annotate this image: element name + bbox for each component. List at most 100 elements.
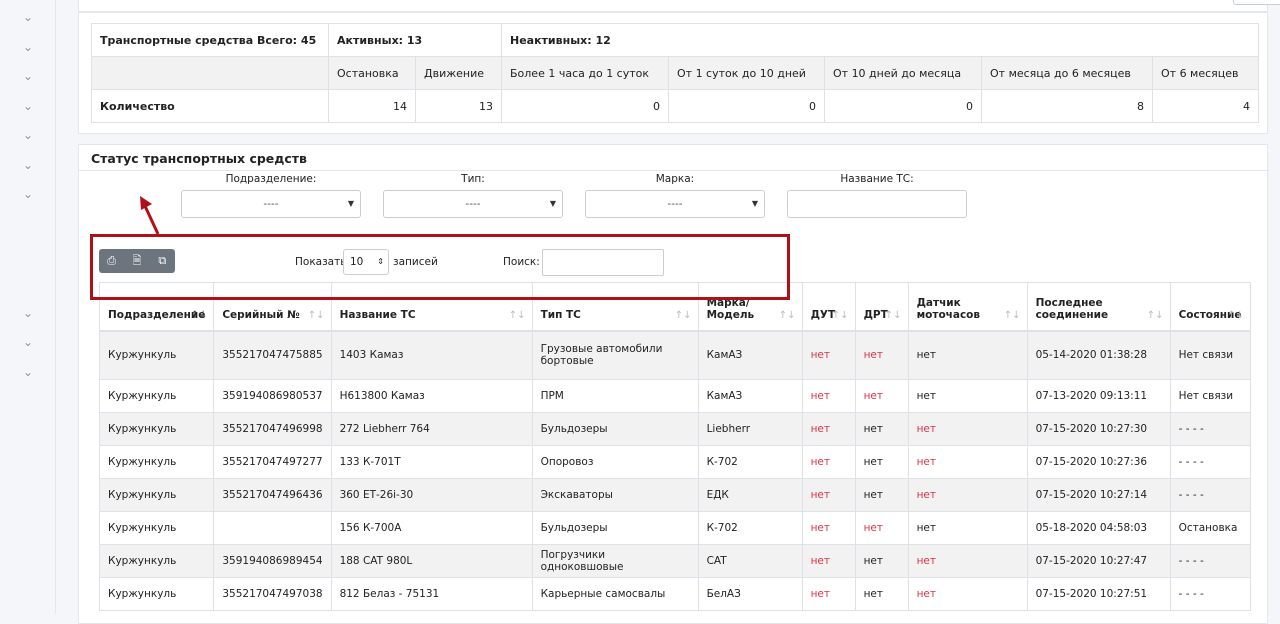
table-cell: нет [801,445,856,479]
search-input[interactable] [542,249,664,276]
table-cell: CAT [697,544,803,578]
division-filter-select[interactable]: ---- ▼ [181,190,361,218]
name-filter-input[interactable] [787,190,967,218]
sidebar: ⌄ ⌄ ⌄ ⌄ ⌄ ⌄ ⌄ ⌄ ⌄ ⌄ [0,0,56,614]
table-cell: нет [854,478,909,512]
value-1h-1d: 0 [501,89,669,123]
header-vehicle-type[interactable]: Тип ТС ↑↓ [531,282,699,332]
page-length-select[interactable]: 10 ⇕ [343,249,389,275]
total-vehicles: Транспортные средства Всего: 45 [91,23,329,57]
header-fuel-sensor[interactable]: ДУТ ↑↓ [801,282,856,332]
table-cell: нет [801,577,856,611]
table-cell: - - - - [1169,577,1252,611]
status-card: Статус транспортных средств Подразделени… [78,144,1269,624]
header-vehicle-name[interactable]: Название ТС ↑↓ [330,282,533,332]
col-1d-10d: От 1 суток до 10 дней [668,56,825,90]
table-row[interactable]: Куржункуль 359194086989454 188 CAT 980L Пог… [98,544,1252,578]
division-filter-label: Подразделение: [225,173,317,185]
sort-icon: ↑↓ [831,309,849,321]
table-cell: нет [907,379,1028,413]
table-row[interactable]: Куржункуль 355217047497277 133 К-701Т Опоро… [98,445,1252,479]
brand-filter-label: Марка: [655,173,695,185]
sort-icon: ↑↓ [508,309,526,321]
table-cell: Бульдозеры [531,412,699,446]
table-cell: 07-15-2020 10:27:36 [1026,445,1171,479]
col-6m: От 6 месяцев [1152,56,1259,90]
caret-down-icon: ▼ [751,199,758,208]
top-action-button[interactable] [1233,0,1280,5]
table-cell: нет [801,330,856,380]
chevron-down-icon[interactable]: ⌄ [21,128,35,142]
chevron-down-icon[interactable]: ⌄ [21,69,35,83]
chevron-down-icon[interactable]: ⌄ [21,187,35,201]
table-cell: Куржункуль [98,511,215,545]
chevron-down-icon[interactable]: ⌄ [21,335,35,349]
table-cell: нет [801,379,856,413]
header-division[interactable]: Подразделение ↑↓ [98,282,215,332]
chevron-down-icon[interactable]: ⌄ [21,158,35,172]
records-label: записей [393,256,438,268]
table-row[interactable]: Куржункуль 355217047475885 1403 Камаз Грузо… [98,330,1252,380]
table-cell: нет [907,544,1028,578]
table-cell: - - - - [1169,412,1252,446]
type-filter-select[interactable]: ---- ▼ [383,190,563,218]
table-cell: Н613800 Камаз [330,379,533,413]
header-hours-sensor[interactable]: Датчик моточасов ↑↓ [907,282,1028,332]
table-cell: КамАЗ [697,330,803,380]
table-cell: 360 ЕТ-26i-30 [330,478,533,512]
table-cell: Куржункуль [98,478,215,512]
stepper-icon: ⇕ [377,257,384,266]
brand-filter-select[interactable]: ---- ▼ [585,190,765,218]
table-cell: ЕДК [697,478,803,512]
sort-icon: ↑↓ [674,309,692,321]
summary-table: Транспортные средства Всего: 45 Активных… [91,23,1259,123]
caret-down-icon: ▼ [347,199,354,208]
table-cell: 07-13-2020 09:13:11 [1026,379,1171,413]
name-filter-label: Название ТС: [840,173,914,185]
sort-icon: ↑↓ [884,309,902,321]
show-label: Показать [295,256,347,268]
table-cell: нет [907,577,1028,611]
search-label: Поиск: [503,256,540,268]
header-last-connection[interactable]: Последнее соединение ↑↓ [1026,282,1171,332]
vehicles-table: Подразделение ↑↓ Серийный № ↑↓ Название ТС… [98,282,1252,611]
table-row[interactable]: Куржункуль 156 К-700А Бульдозеры К-702 нет не… [98,511,1252,545]
table-cell: Погрузчики одноковшовые [531,544,699,578]
file-export-icon[interactable]: 🗎 [124,249,149,273]
table-cell: БелАЗ [697,577,803,611]
table-row[interactable]: Куржункуль 355217047496998 272 Liebherr 76… [98,412,1252,446]
table-cell: Экскаваторы [531,478,699,512]
col-moving: Движение [415,56,502,90]
header-state[interactable]: Состояние ↑↓ [1169,282,1252,332]
col-1h-1d: Более 1 часа до 1 суток [501,56,669,90]
table-cell: нет [854,412,909,446]
table-cell: - - - - [1169,445,1252,479]
copy-icon[interactable]: ⧉ [150,249,175,273]
table-cell: нет [854,445,909,479]
header-brand-model[interactable]: Марка/ Модель ↑↓ [697,282,803,332]
header-serial[interactable]: Серийный № ↑↓ [213,282,332,332]
header-flow-sensor[interactable]: ДРТ ↑↓ [854,282,909,332]
table-cell: Куржункуль [98,412,215,446]
table-cell: 133 К-701Т [330,445,533,479]
table-cell: нет [854,330,909,380]
chevron-down-icon[interactable]: ⌄ [21,306,35,320]
table-cell: КамАЗ [697,379,803,413]
sort-asc-icon: ↑↓ [190,309,208,321]
table-cell: 05-14-2020 01:38:28 [1026,330,1171,380]
table-row[interactable]: Куржункуль 359194086980537 Н613800 Камаз ПР… [98,379,1252,413]
print-icon[interactable]: ⎙ [99,249,124,273]
table-row[interactable]: Куржункуль 355217047496436 360 ЕТ-26i-30 Эк… [98,478,1252,512]
sort-icon: ↑↓ [307,309,325,321]
chevron-down-icon[interactable]: ⌄ [21,365,35,379]
table-cell: нет [854,379,909,413]
table-row[interactable]: Куржункуль 355217047497038 812 Белаз - 751… [98,577,1252,611]
chevron-down-icon[interactable]: ⌄ [21,10,35,24]
table-cell: Куржункуль [98,544,215,578]
chevron-down-icon[interactable]: ⌄ [21,99,35,113]
table-cell: Нет связи [1169,379,1252,413]
col-1m-6m: От месяца до 6 месяцев [981,56,1153,90]
table-cell: 359194086989454 [213,544,332,578]
table-cell: 188 CAT 980L [330,544,533,578]
chevron-down-icon[interactable]: ⌄ [21,40,35,54]
